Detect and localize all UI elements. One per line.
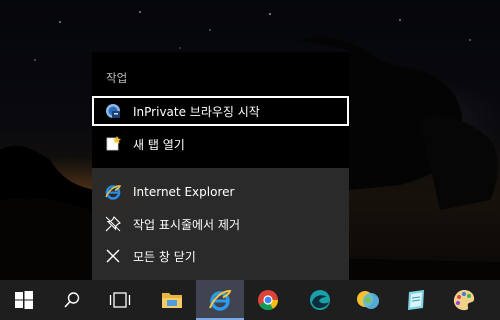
edge-button[interactable]	[296, 280, 344, 320]
internet-explorer-icon	[105, 184, 121, 200]
inprivate-browsing-label: InPrivate 브라우징 시작	[133, 104, 260, 119]
task-view-button[interactable]	[96, 280, 144, 320]
paint-button[interactable]	[440, 280, 488, 320]
document-app-icon	[408, 290, 424, 310]
new-tab-icon	[105, 136, 121, 152]
new-tab-item[interactable]: 새 탭 열기	[92, 129, 349, 159]
close-icon	[105, 248, 121, 264]
taskbar	[0, 280, 500, 320]
inprivate-browsing-item[interactable]: InPrivate 브라우징 시작	[92, 96, 349, 126]
search-button[interactable]	[48, 280, 96, 320]
paint-palette-icon	[453, 290, 475, 311]
internet-explorer-button[interactable]	[196, 280, 244, 320]
internet-explorer-label: Internet Explorer	[133, 185, 235, 199]
folder-icon	[162, 293, 182, 308]
chrome-icon	[258, 290, 279, 311]
colored-circles-icon	[357, 291, 379, 309]
internet-explorer-icon	[209, 289, 232, 311]
unpin-from-taskbar-label: 작업 표시줄에서 제거	[133, 217, 240, 232]
internet-explorer-item[interactable]: Internet Explorer	[92, 177, 349, 207]
close-all-windows-item[interactable]: 모든 창 닫기	[92, 241, 349, 271]
file-explorer-button[interactable]	[148, 280, 196, 320]
app-button-2[interactable]	[392, 280, 440, 320]
close-all-windows-label: 모든 창 닫기	[133, 249, 196, 264]
new-tab-label: 새 탭 열기	[133, 137, 185, 152]
edge-icon	[310, 290, 330, 310]
unpin-from-taskbar-item[interactable]: 작업 표시줄에서 제거	[92, 209, 349, 239]
inprivate-icon	[105, 103, 121, 119]
search-icon	[64, 292, 80, 308]
windows-logo-icon	[15, 291, 33, 309]
task-view-icon	[109, 292, 131, 308]
jump-list-header: 작업	[106, 71, 128, 85]
jump-list: 작업 InPrivate 브라우징 시작 새 탭 열기 Internet Exp…	[92, 52, 349, 280]
app-button[interactable]	[344, 280, 392, 320]
start-button[interactable]	[0, 280, 48, 320]
unpin-icon	[105, 216, 121, 232]
chrome-button[interactable]	[244, 280, 292, 320]
